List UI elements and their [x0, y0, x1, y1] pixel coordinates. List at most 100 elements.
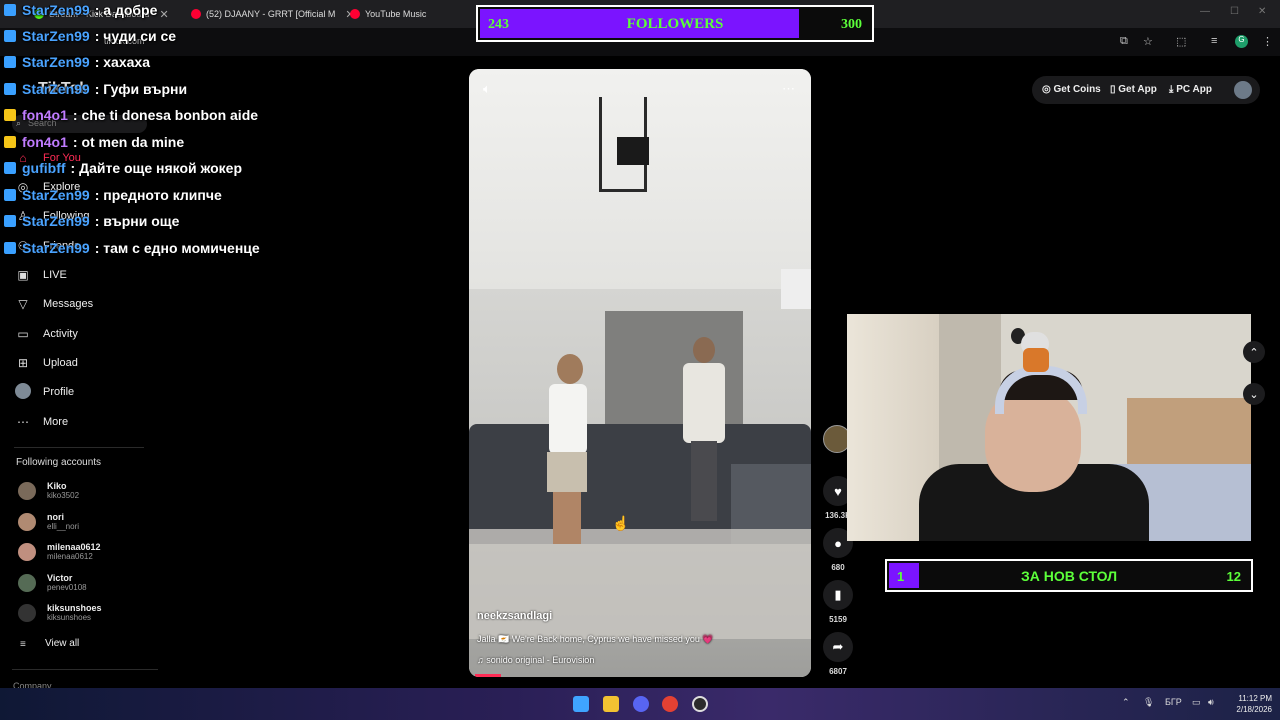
sidebar-item-label: LIVE	[43, 269, 67, 281]
sidebar-item-profile[interactable]: Profile	[14, 382, 74, 402]
chrome-icon[interactable]	[662, 696, 678, 712]
reading-list-icon[interactable]: ≡	[1211, 35, 1217, 47]
chat-message: fon4o1 : ot men da mine	[4, 130, 184, 154]
chat-separator: :	[94, 28, 104, 44]
account-item[interactable]: milenaa0612 milenaa0612	[18, 542, 101, 562]
chat-text: там с едно момиченце	[103, 240, 260, 256]
chat-separator: :	[94, 54, 104, 70]
sidebar-item-label: Activity	[43, 328, 78, 340]
sidebar-item-live[interactable]: ▣ LIVE	[14, 265, 67, 285]
language-indicator[interactable]: БГР	[1165, 697, 1182, 707]
coin-icon: ◎	[1042, 84, 1054, 95]
user-avatar[interactable]	[1234, 81, 1252, 99]
close-icon[interactable]: ✕	[160, 8, 169, 21]
chat-text: чуди си се	[103, 28, 177, 44]
volume-icon[interactable]: 🔈︎	[483, 81, 491, 97]
account-name: Kiko	[47, 481, 67, 491]
bookmark-star-icon[interactable]: ☆	[1143, 35, 1153, 48]
following-accounts-title: Following accounts	[16, 457, 102, 468]
minimize-icon[interactable]: —	[1200, 6, 1210, 17]
air-conditioner	[781, 269, 811, 309]
profile-avatar-icon[interactable]: G	[1235, 35, 1248, 48]
sidebar-item-messages[interactable]: ▽ Messages	[14, 294, 93, 314]
get-coins-button[interactable]: ◎ Get Coins	[1042, 84, 1101, 95]
chevron-down-icon: ⌄	[1249, 388, 1259, 401]
chat-message: StarZen99 : предното клипче	[4, 183, 222, 207]
subscriber-badge-icon	[4, 83, 16, 95]
pc-app-button[interactable]: ⤓ PC App	[1169, 84, 1212, 95]
file-explorer-icon[interactable]	[603, 696, 619, 712]
menu-kebab-icon[interactable]: ⋮	[1262, 35, 1273, 48]
divider	[14, 447, 144, 448]
account-handle: kiksunshoes	[47, 613, 92, 622]
sidebar-item-upload[interactable]: ⊞ Upload	[14, 353, 78, 373]
save-count: 5159	[829, 615, 847, 624]
tab-youtube-music[interactable]: YouTube Music	[350, 4, 426, 24]
save-button[interactable]: ▮	[823, 580, 853, 610]
video-player[interactable]: 🔈︎ ⋯ neekzsandlagi Jalla 🇨🇾 We're Back h…	[469, 69, 811, 677]
chat-text: ot men da mine	[81, 134, 185, 150]
pc-app-label: PC App	[1176, 84, 1212, 95]
more-options-icon[interactable]: ⋯	[782, 81, 795, 97]
get-app-button[interactable]: ▯ Get App	[1110, 84, 1157, 95]
get-app-label: Get App	[1118, 84, 1157, 95]
chat-message: StarZen99 : там с едно момиченце	[4, 236, 260, 260]
account-item[interactable]: Victor penev0108	[18, 573, 87, 593]
clock-date: 2/18/2026	[1236, 705, 1272, 714]
chevron-up-icon[interactable]: ⌃	[1122, 697, 1130, 708]
music-title: sonido original - Eurovision	[486, 655, 595, 665]
video-progress-bar[interactable]	[475, 674, 502, 677]
video-music[interactable]: ♫ sonido original - Eurovision	[477, 655, 594, 665]
sidebar-item-more[interactable]: ⋯ More	[14, 412, 68, 432]
activity-icon: ▭	[17, 327, 29, 341]
cast-icon[interactable]: ⧉	[1120, 35, 1128, 48]
chair-goal-bar: 1 ЗА НОВ СТОЛ 12	[885, 559, 1253, 592]
account-name: milenaa0612	[47, 542, 101, 552]
goal-target: 300	[841, 17, 862, 32]
chat-username: fon4o1	[22, 107, 68, 123]
system-clock[interactable]: 11:12 PM 2/18/2026	[1228, 693, 1272, 715]
goal-target: 12	[1226, 569, 1241, 584]
next-video-button[interactable]: ⌄	[1243, 383, 1265, 405]
chat-username: StarZen99	[22, 28, 90, 44]
share-button[interactable]: ➦	[823, 632, 853, 662]
followers-goal-bar: 243 FOLLOWERS 300	[476, 5, 874, 42]
hand-cursor-icon: ☝	[612, 515, 630, 531]
avatar	[18, 574, 36, 592]
chat-text: хахаха	[103, 54, 150, 70]
account-handle: penev0108	[47, 583, 87, 592]
avatar	[18, 482, 36, 500]
sidebar-item-activity[interactable]: ▭ Activity	[14, 324, 78, 344]
plush-toy	[1007, 324, 1063, 372]
chat-message: StarZen99 : а добре	[4, 0, 157, 22]
account-item[interactable]: nori elli__nori	[18, 512, 79, 532]
tab-youtube[interactable]: (52) DJAANY - GRRT [Official M ✕	[191, 4, 355, 24]
chat-username: StarZen99	[22, 187, 90, 203]
person-man	[543, 354, 593, 554]
close-window-icon[interactable]: ✕	[1258, 6, 1266, 17]
video-creator[interactable]: neekzsandlagi	[477, 610, 552, 622]
account-item[interactable]: kiksunshoes kiksunshoes	[18, 603, 102, 623]
speaker-icon[interactable]: 🔊︎	[1208, 697, 1214, 708]
extensions-icon[interactable]: ⬚	[1176, 35, 1186, 48]
view-all-link[interactable]: View all	[45, 638, 79, 649]
monitor-icon[interactable]: ▭	[1192, 697, 1201, 708]
share-icon: ➦	[832, 639, 844, 654]
account-item[interactable]: Kiko kiko3502	[18, 481, 79, 501]
discord-icon[interactable]	[633, 696, 649, 712]
goal-label: FOLLOWERS	[626, 16, 724, 32]
account-handle: kiko3502	[47, 491, 80, 500]
previous-video-button[interactable]: ⌃	[1243, 341, 1265, 363]
obs-icon[interactable]	[692, 696, 708, 712]
clock-time: 11:12 PM	[1238, 694, 1272, 703]
avatar	[18, 513, 36, 531]
profile-icon	[14, 382, 32, 402]
music-note-icon: ♫	[477, 655, 487, 665]
maximize-icon[interactable]: ☐	[1230, 6, 1239, 17]
rug	[469, 529, 811, 639]
start-icon[interactable]	[573, 696, 589, 712]
subscriber-badge-icon	[4, 4, 16, 16]
microphone-icon[interactable]: 🎙︎	[1143, 697, 1154, 708]
chat-separator: :	[94, 187, 104, 203]
chat-username: StarZen99	[22, 2, 90, 18]
